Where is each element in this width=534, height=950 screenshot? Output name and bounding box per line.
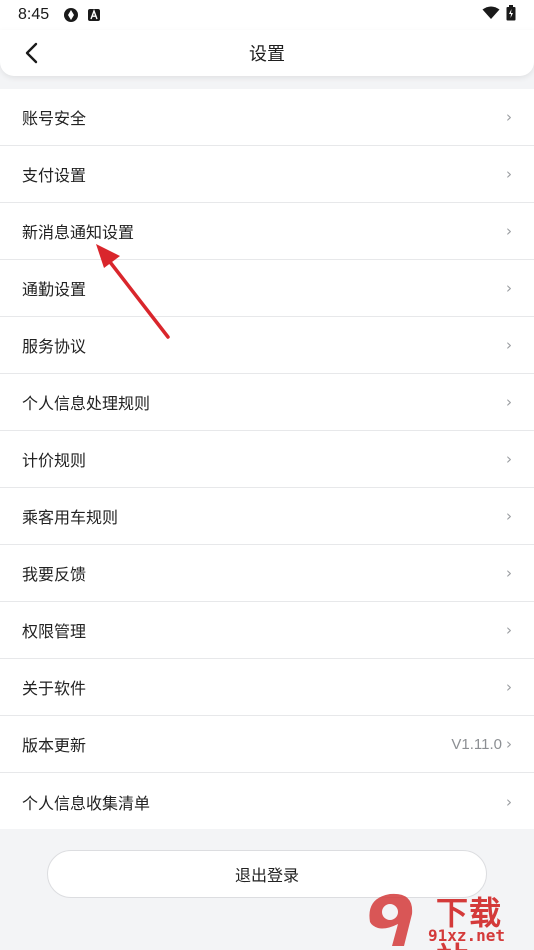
status-bar: 8:45: [0, 0, 534, 30]
back-button[interactable]: [16, 38, 46, 68]
logout-button[interactable]: 退出登录: [47, 850, 487, 898]
settings-list: 账号安全 › 支付设置 › 新消息通知设置 › 通勤设置 › 服务协议 › 个人…: [0, 89, 534, 830]
app-header: 设置: [0, 30, 534, 76]
settings-item-service-agreement[interactable]: 服务协议 ›: [0, 317, 534, 374]
chevron-right-icon: ›: [506, 279, 512, 297]
settings-item-label: 个人信息处理规则: [22, 394, 151, 413]
chevron-right-icon: ›: [506, 792, 512, 811]
chevron-right-icon: ›: [506, 393, 512, 411]
settings-item-label: 权限管理: [22, 622, 87, 641]
settings-item-payment[interactable]: 支付设置 ›: [0, 146, 534, 203]
chevron-left-icon: [25, 42, 38, 64]
chevron-right-icon: ›: [506, 450, 512, 468]
chevron-right-icon: ›: [506, 678, 512, 696]
settings-item-label: 账号安全: [22, 109, 87, 128]
settings-item-data-collection-list[interactable]: 个人信息收集清单 ›: [0, 773, 534, 830]
chevron-right-icon: ›: [506, 735, 512, 753]
settings-item-label: 关于软件: [22, 679, 87, 698]
page-title: 设置: [249, 44, 285, 65]
logout-section: 退出登录: [0, 829, 534, 950]
settings-item-label: 服务协议: [22, 337, 87, 356]
battery-icon: [506, 5, 516, 25]
version-value: V1.11.0: [451, 735, 502, 753]
settings-item-label: 计价规则: [22, 451, 87, 470]
app-notification-icon: [63, 7, 79, 23]
settings-item-label: 我要反馈: [22, 565, 87, 584]
wifi-icon: [482, 6, 500, 24]
settings-item-pricing-rules[interactable]: 计价规则 ›: [0, 431, 534, 488]
translate-notification-icon: [87, 8, 101, 22]
chevron-right-icon: ›: [506, 222, 512, 240]
settings-item-privacy-rules[interactable]: 个人信息处理规则 ›: [0, 374, 534, 431]
chevron-right-icon: ›: [506, 564, 512, 582]
chevron-right-icon: ›: [506, 108, 512, 126]
settings-item-version-update[interactable]: 版本更新 V1.11.0 ›: [0, 716, 534, 773]
status-time: 8:45: [18, 6, 50, 23]
chevron-right-icon: ›: [506, 165, 512, 183]
settings-item-feedback[interactable]: 我要反馈 ›: [0, 545, 534, 602]
settings-item-permissions[interactable]: 权限管理 ›: [0, 602, 534, 659]
settings-item-about[interactable]: 关于软件 ›: [0, 659, 534, 716]
chevron-right-icon: ›: [506, 336, 512, 354]
settings-item-account-security[interactable]: 账号安全 ›: [0, 89, 534, 146]
status-right-icons: [482, 5, 516, 25]
settings-item-commute[interactable]: 通勤设置 ›: [0, 260, 534, 317]
chevron-right-icon: ›: [506, 621, 512, 639]
settings-item-label: 乘客用车规则: [22, 508, 119, 527]
settings-item-label: 版本更新: [22, 736, 87, 755]
settings-item-label: 个人信息收集清单: [22, 793, 151, 813]
settings-item-label: 通勤设置: [22, 280, 87, 299]
chevron-right-icon: ›: [506, 507, 512, 525]
settings-item-label: 新消息通知设置: [22, 223, 135, 242]
settings-item-label: 支付设置: [22, 166, 87, 185]
settings-item-passenger-rules[interactable]: 乘客用车规则 ›: [0, 488, 534, 545]
settings-item-notifications[interactable]: 新消息通知设置 ›: [0, 203, 534, 260]
